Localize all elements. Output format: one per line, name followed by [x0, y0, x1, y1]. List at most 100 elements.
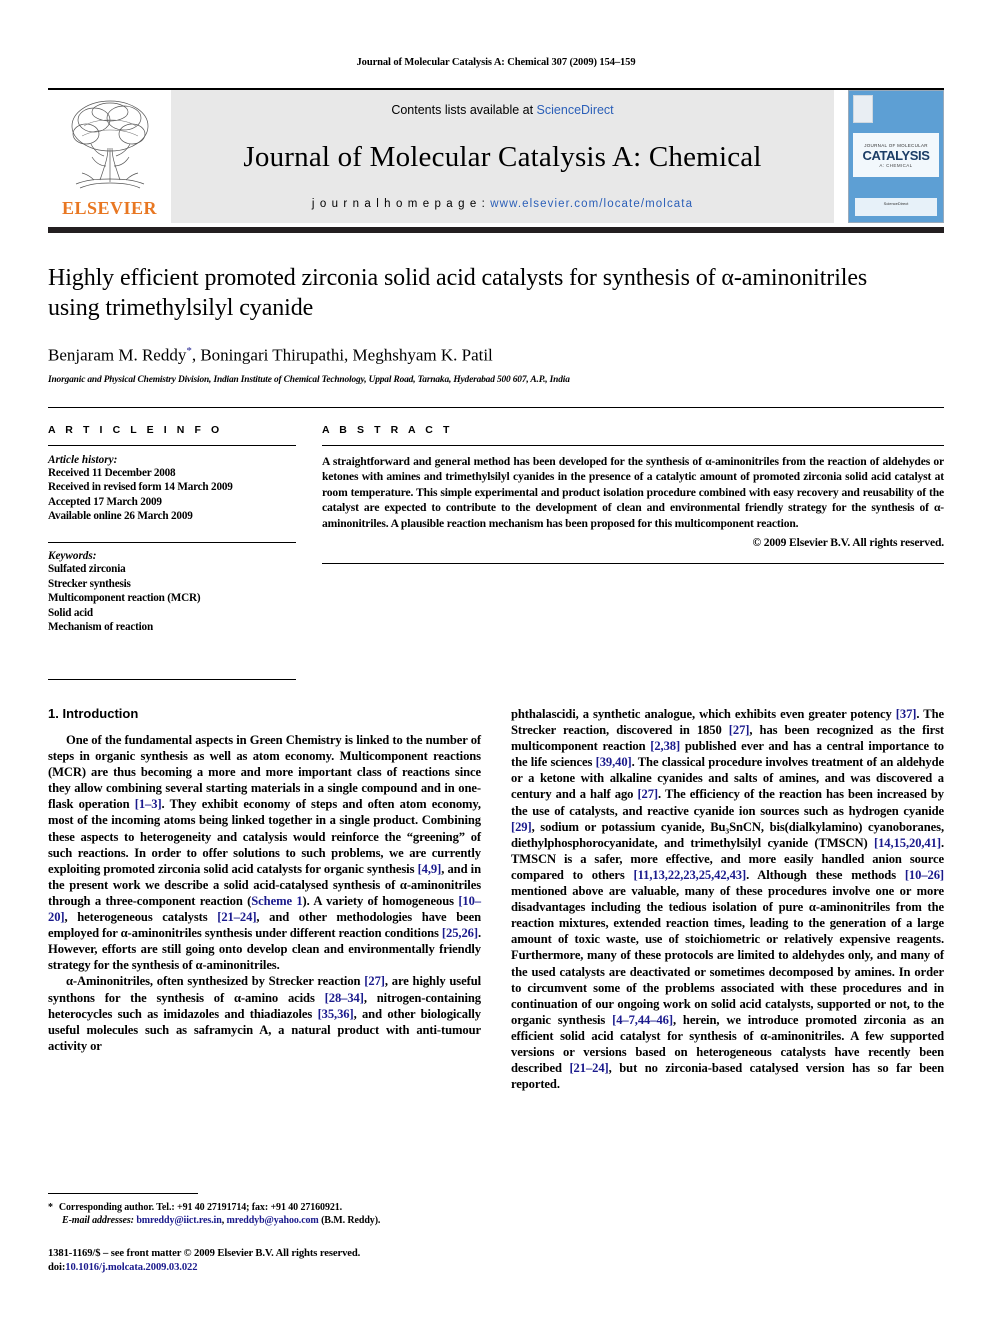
- keyword-item: Solid acid: [48, 606, 93, 619]
- author-affiliation: Inorganic and Physical Chemistry Divisio…: [48, 374, 570, 385]
- doi-line: doi:10.1016/j.molcata.2009.03.022: [48, 1261, 468, 1275]
- authors-part-one: Benjaram M. Reddy: [48, 345, 187, 365]
- body-column-left: 1. Introduction One of the fundamental a…: [48, 706, 481, 1092]
- reference-citation-link[interactable]: [29]: [511, 820, 532, 834]
- masthead-center: Contents lists available at ScienceDirec…: [171, 90, 834, 223]
- article-title: Highly efficient promoted zirconia solid…: [48, 265, 868, 321]
- reference-citation-link[interactable]: [28–34]: [325, 991, 364, 1005]
- corresponding-author-footnote: * Corresponding author. Tel.: +91 40 2719…: [48, 1201, 468, 1214]
- reference-citation-link[interactable]: [27]: [364, 974, 385, 988]
- section-title-text: Introduction: [62, 706, 139, 721]
- reference-citation-link[interactable]: [25,26]: [442, 926, 478, 940]
- paragraph-text-run: mentioned above are valuable, many of th…: [511, 884, 944, 1027]
- paragraph-text-run: . Although these methods: [746, 867, 905, 882]
- intro-paragraph-3: phthalascidi, a synthetic analogue, whic…: [511, 706, 944, 1092]
- paragraph-text-run: ). A variety of homogeneous: [302, 893, 459, 908]
- title-block: Highly efficient promoted zirconia solid…: [48, 233, 944, 385]
- keyword-item: Multicomponent reaction (MCR): [48, 592, 201, 605]
- paragraph-text-run: , heterogeneous catalysts: [64, 910, 218, 925]
- imprint-block: 1381-1169/$ – see front matter © 2009 El…: [48, 1247, 468, 1275]
- history-online: Available online 26 March 2009: [48, 510, 193, 523]
- journal-article-page: Journal of Molecular Catalysis A: Chemic…: [0, 0, 992, 1323]
- reference-citation-link[interactable]: [10–26]: [905, 868, 944, 882]
- running-head: Journal of Molecular Catalysis A: Chemic…: [356, 57, 636, 68]
- cover-subtitle: A: CHEMICAL: [879, 162, 913, 168]
- cover-footer: ScienceDirect: [855, 198, 937, 216]
- keywords-block: Keywords: Sulfated zirconia Strecker syn…: [48, 550, 296, 635]
- reference-citation-link[interactable]: [4–7,44–46]: [612, 1013, 673, 1027]
- reference-citation-link[interactable]: [35,36]: [318, 1007, 354, 1021]
- cover-top-band: [853, 95, 873, 123]
- keyword-item: Sulfated zirconia: [48, 563, 126, 576]
- abstract-text: A straightforward and general method has…: [322, 454, 944, 531]
- article-info-bottom-rule: [48, 679, 296, 680]
- intro-paragraph-2: α-Aminonitriles, often synthesized by St…: [48, 973, 481, 1053]
- contents-prefix: Contents lists available at: [391, 103, 537, 117]
- footnote-star-marker: *: [48, 1202, 53, 1213]
- keywords-rule: [48, 542, 296, 544]
- reference-citation-link[interactable]: [2,38]: [650, 739, 680, 753]
- keywords-label: Keywords:: [48, 550, 97, 563]
- abstract-heading: A B S T R A C T: [322, 423, 453, 436]
- elsevier-logo: ELSEVIER: [48, 90, 171, 223]
- elsevier-wordmark: ELSEVIER: [61, 198, 158, 218]
- sciencedirect-link[interactable]: ScienceDirect: [537, 103, 614, 117]
- reference-citation-link[interactable]: [1–3]: [135, 797, 162, 811]
- reference-citation-link[interactable]: [21–24]: [569, 1061, 608, 1075]
- journal-homepage-line: j o u r n a l h o m e p a g e : www.else…: [312, 198, 693, 210]
- abstract-rule: [322, 444, 944, 446]
- cover-footer-label: ScienceDirect: [883, 201, 909, 206]
- paragraph-text-run: α-Aminonitriles, often synthesized by St…: [66, 974, 365, 989]
- email-footnote: E-mail addresses: bmreddy@iict.res.in, m…: [48, 1214, 468, 1227]
- cover-title-block: JOURNAL OF MOLECULAR CATALYSIS A: CHEMIC…: [853, 133, 939, 177]
- email-attribution: (B.M. Reddy).: [318, 1215, 381, 1226]
- issn-front-matter-line: 1381-1169/$ – see front matter © 2009 El…: [48, 1248, 361, 1259]
- author-list: Benjaram M. Reddy*, Boningari Thirupathi…: [48, 345, 944, 366]
- footnote-rule: [48, 1193, 198, 1194]
- abstract-bottom-rule: [322, 562, 944, 564]
- history-accepted: Accepted 17 March 2009: [48, 495, 162, 508]
- abstract-copyright: © 2009 Elsevier B.V. All rights reserved…: [752, 535, 944, 549]
- doi-link[interactable]: 10.1016/j.molcata.2009.03.022: [65, 1262, 197, 1273]
- contents-available-line: Contents lists available at ScienceDirec…: [391, 103, 613, 117]
- body-columns: 1. Introduction One of the fundamental a…: [48, 680, 944, 1092]
- homepage-label: j o u r n a l h o m e p a g e :: [311, 198, 491, 210]
- article-info-column: A R T I C L E I N F O Article history: R…: [48, 424, 296, 680]
- history-received: Received 11 December 2008: [48, 466, 176, 479]
- paragraph-text-run: phthalascidi, a synthetic analogue, whic…: [511, 707, 896, 721]
- section-number: 1.: [48, 706, 59, 721]
- authors-part-two: , Boningari Thirupathi, Meghshyam K. Pat…: [191, 345, 493, 365]
- section-heading-introduction: 1. Introduction: [48, 706, 481, 721]
- keyword-item: Mechanism of reaction: [48, 621, 153, 634]
- journal-title: Journal of Molecular Catalysis A: Chemic…: [243, 141, 762, 173]
- reference-citation-link[interactable]: [4,9]: [418, 862, 442, 876]
- body-column-right: phthalascidi, a synthetic analogue, whic…: [511, 706, 944, 1092]
- keyword-item: Strecker synthesis: [48, 577, 131, 590]
- reference-citation-link[interactable]: [39,40]: [596, 755, 632, 769]
- reference-citation-link[interactable]: [27]: [729, 723, 750, 737]
- abstract-column: A B S T R A C T A straightforward and ge…: [322, 424, 944, 680]
- reference-citation-link[interactable]: [11,13,22,23,25,42,43]: [634, 868, 747, 882]
- article-history-label: Article history:: [48, 453, 118, 466]
- reference-citation-link[interactable]: [37]: [896, 707, 917, 721]
- homepage-url-link[interactable]: www.elsevier.com/locate/molcata: [490, 198, 693, 210]
- journal-cover-thumbnail[interactable]: JOURNAL OF MOLECULAR CATALYSIS A: CHEMIC…: [848, 90, 944, 223]
- cover-main-title: CATALYSIS: [862, 147, 930, 163]
- article-info-rule: [48, 444, 296, 446]
- article-info-heading: A R T I C L E I N F O: [48, 423, 223, 436]
- journal-masthead: ELSEVIER Contents lists available at Sci…: [48, 90, 944, 223]
- history-revised: Received in revised form 14 March 2009: [48, 481, 233, 494]
- reference-citation-link[interactable]: Scheme 1: [251, 894, 302, 908]
- reference-citation-link[interactable]: [27]: [637, 787, 658, 801]
- elsevier-tree-icon: [71, 100, 148, 189]
- reference-citation-link[interactable]: [21–24]: [217, 910, 256, 924]
- email-link-primary[interactable]: bmreddy@iict.res.in: [136, 1215, 221, 1226]
- corresponding-author-text: Corresponding author. Tel.: +91 40 27191…: [58, 1202, 343, 1213]
- reference-citation-link[interactable]: [14,15,20,41]: [874, 836, 941, 850]
- email-addresses-label: E-mail addresses:: [62, 1215, 134, 1226]
- doi-label: doi:: [48, 1262, 66, 1273]
- email-link-secondary[interactable]: mreddyb@yahoo.com: [227, 1215, 319, 1226]
- info-abstract-area: A R T I C L E I N F O Article history: R…: [48, 408, 944, 680]
- footnote-block: * Corresponding author. Tel.: +91 40 2719…: [48, 1193, 468, 1275]
- intro-paragraph-1: One of the fundamental aspects in Green …: [48, 732, 481, 973]
